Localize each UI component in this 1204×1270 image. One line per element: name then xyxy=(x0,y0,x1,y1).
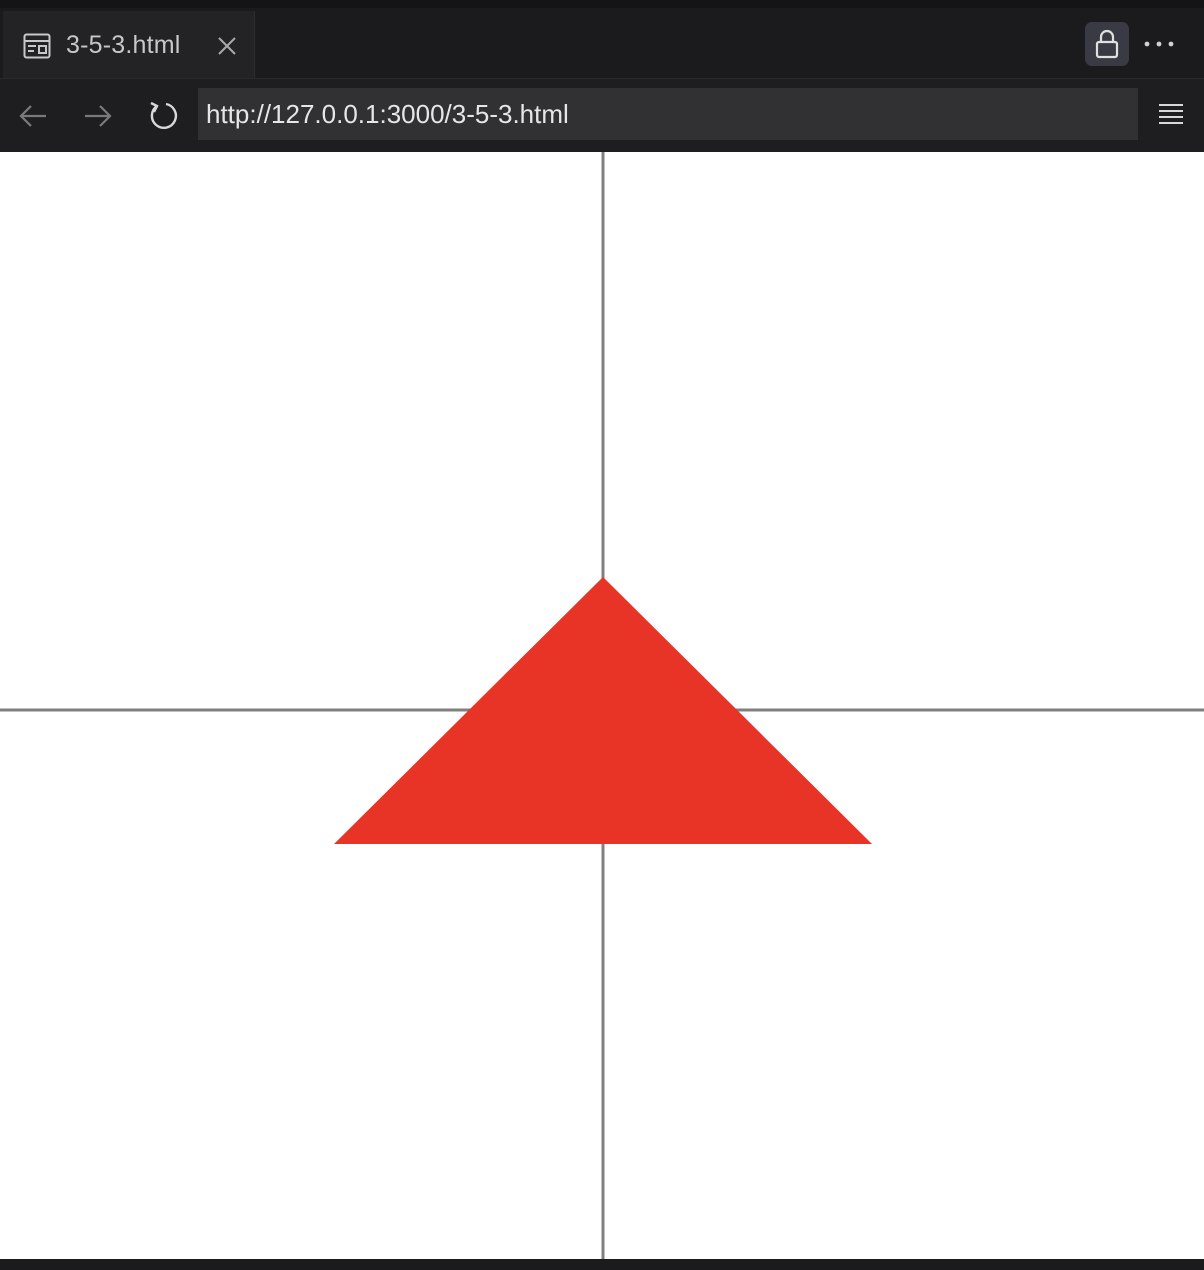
page-preview-icon xyxy=(23,33,51,59)
arrow-right-icon[interactable] xyxy=(81,99,115,133)
reload-icon[interactable] xyxy=(147,99,181,133)
more-horizontal-icon[interactable] xyxy=(1142,34,1176,54)
navigation-bar: http://127.0.0.1:3000/3-5-3.html xyxy=(0,78,1204,152)
lock-button[interactable] xyxy=(1085,22,1129,66)
tab-bar: 3-5-3.html xyxy=(0,0,1204,78)
page-viewport xyxy=(0,152,1204,1259)
bottom-edge xyxy=(0,1259,1204,1270)
tab-active[interactable]: 3-5-3.html xyxy=(3,11,255,78)
tab-title: 3-5-3.html xyxy=(66,31,181,59)
browser-window: 3-5-3.html http://127.0.0.1:3000/3-5-3.h… xyxy=(0,0,1204,1270)
address-input[interactable]: http://127.0.0.1:3000/3-5-3.html xyxy=(198,88,1138,140)
webgl-canvas[interactable] xyxy=(0,152,1204,1259)
lock-icon xyxy=(1095,29,1119,59)
hamburger-menu-icon[interactable] xyxy=(1157,101,1185,127)
close-icon[interactable] xyxy=(215,34,239,58)
arrow-left-icon[interactable] xyxy=(16,99,50,133)
